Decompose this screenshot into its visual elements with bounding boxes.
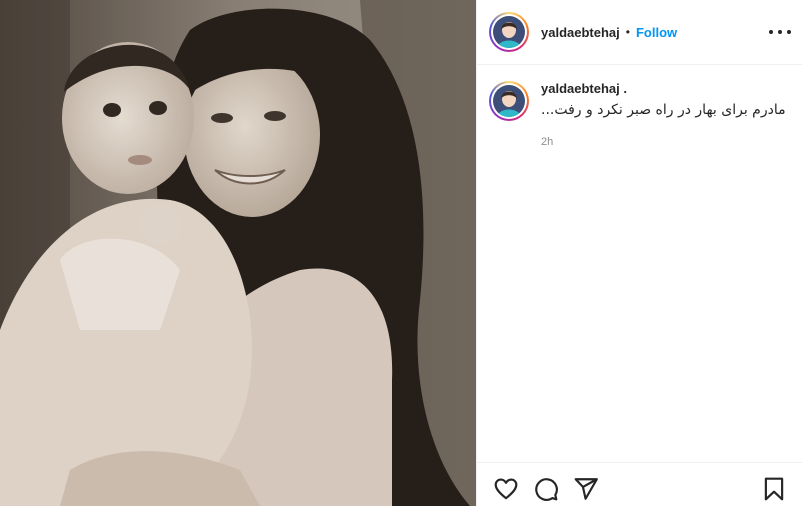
heart-icon[interactable] [493,476,519,502]
separator-dot: • [625,25,630,39]
author-username[interactable]: yaldaebtehaj [541,25,620,40]
post-header: yaldaebtehaj • Follow [477,0,802,65]
post-timestamp[interactable]: 2h [541,136,786,148]
action-bar [477,462,802,506]
more-options-icon[interactable] [769,22,791,42]
photo-illustration [0,0,476,506]
send-icon[interactable] [573,476,599,502]
follow-button[interactable]: Follow [636,25,677,40]
caption: yaldaebtehaj . ...مادرم برای بهار در راه… [489,81,791,148]
avatar-image [493,85,525,117]
caption-avatar[interactable] [489,81,529,121]
caption-text: ...مادرم برای بهار در راه صبر نکرد و رفت [541,102,786,118]
caption-username[interactable]: yaldaebtehaj . [541,81,786,96]
post-photo[interactable] [0,0,476,506]
avatar-image [493,16,525,48]
post-sidebar: yaldaebtehaj • Follow yaldaebtehaj . ...… [476,0,802,506]
comment-icon[interactable] [533,476,559,502]
instagram-post: yaldaebtehaj • Follow yaldaebtehaj . ...… [0,0,802,506]
bookmark-icon[interactable] [761,476,787,502]
profile-avatar[interactable] [489,12,529,52]
